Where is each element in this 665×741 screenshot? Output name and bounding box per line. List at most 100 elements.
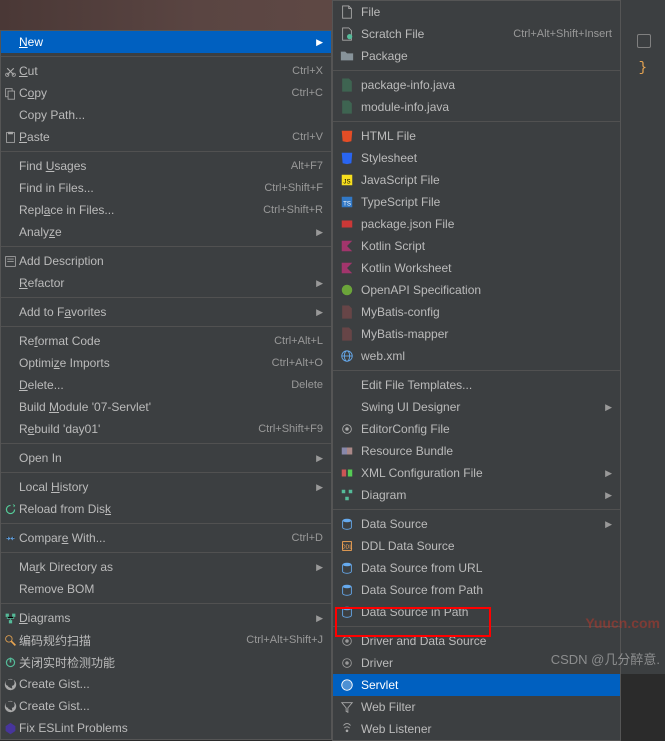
sub-web-xml[interactable]: web.xml <box>333 345 620 367</box>
menu-optimize-imports[interactable]: Optimize Imports Ctrl+Alt+O <box>1 352 331 374</box>
menu-label: package-info.java <box>361 78 455 92</box>
sub-ddl-data-source[interactable]: DDL DDL Data Source <box>333 535 620 557</box>
sub-xml-config-file[interactable]: XML Configuration File ▶ <box>333 462 620 484</box>
menu-add-description[interactable]: Add Description <box>1 250 331 272</box>
menu-label: New <box>19 35 43 49</box>
menu-label: Resource Bundle <box>361 444 453 458</box>
menu-label: Remove BOM <box>19 582 94 596</box>
menu-label: XML Configuration File <box>361 466 483 480</box>
shortcut: Ctrl+Alt+L <box>274 335 323 347</box>
menu-build-module[interactable]: Build Module '07-Servlet' <box>1 396 331 418</box>
sub-servlet[interactable]: Servlet <box>333 674 620 696</box>
menu-label: MyBatis-config <box>361 305 440 319</box>
menu-label: DDL Data Source <box>361 539 455 553</box>
shortcut: Ctrl+D <box>292 532 323 544</box>
menu-label: Find Usages <box>19 159 86 173</box>
menu-close-realtime[interactable]: 关闭实时检测功能 <box>1 651 331 673</box>
menu-paste[interactable]: Paste Ctrl+V <box>1 126 331 148</box>
sub-js-file[interactable]: JS JavaScript File <box>333 169 620 191</box>
menu-label: Data Source <box>361 517 428 531</box>
menu-label: Open In <box>19 451 62 465</box>
sub-package-info[interactable]: package-info.java <box>333 74 620 96</box>
menu-analyze[interactable]: Analyze ▶ <box>1 221 331 243</box>
submenu-arrow-icon: ▶ <box>316 307 323 318</box>
sub-scratch-file[interactable]: Scratch File Ctrl+Alt+Shift+Insert <box>333 23 620 45</box>
sub-package[interactable]: Package <box>333 45 620 67</box>
menu-new[interactable]: New ▶ <box>1 31 331 53</box>
github-icon <box>3 677 17 691</box>
sub-data-source-in-path[interactable]: Data Source in Path <box>333 601 620 623</box>
sub-kotlin-worksheet[interactable]: Kotlin Worksheet <box>333 257 620 279</box>
separator <box>1 603 331 604</box>
sub-package-json[interactable]: package.json File <box>333 213 620 235</box>
menu-label: Fix ESLint Problems <box>19 721 128 735</box>
sub-editorconfig-file[interactable]: EditorConfig File <box>333 418 620 440</box>
sub-diagram[interactable]: Diagram ▶ <box>333 484 620 506</box>
menu-label: Build Module '07-Servlet' <box>19 400 151 414</box>
sub-data-source[interactable]: Data Source ▶ <box>333 513 620 535</box>
menu-delete[interactable]: Delete... Delete <box>1 374 331 396</box>
menu-mark-directory-as[interactable]: Mark Directory as ▶ <box>1 556 331 578</box>
menu-copy[interactable]: Copy Ctrl+C <box>1 82 331 104</box>
sub-swing-ui-designer[interactable]: Swing UI Designer ▶ <box>333 396 620 418</box>
scratch-icon <box>339 26 355 42</box>
sub-edit-file-templates[interactable]: Edit File Templates... <box>333 374 620 396</box>
separator <box>1 443 331 444</box>
menu-reload-from-disk[interactable]: Reload from Disk <box>1 498 331 520</box>
sub-web-listener[interactable]: Web Listener <box>333 718 620 740</box>
sub-openapi-spec[interactable]: OpenAPI Specification <box>333 279 620 301</box>
menu-local-history[interactable]: Local History ▶ <box>1 476 331 498</box>
filter-icon <box>339 699 355 715</box>
sub-web-filter[interactable]: Web Filter <box>333 696 620 718</box>
submenu-arrow-icon: ▶ <box>316 227 323 238</box>
sub-data-source-path[interactable]: Data Source from Path <box>333 579 620 601</box>
menu-diagrams[interactable]: Diagrams ▶ <box>1 607 331 629</box>
menu-reformat-code[interactable]: Reformat Code Ctrl+Alt+L <box>1 330 331 352</box>
html-icon <box>339 128 355 144</box>
sub-kotlin-script[interactable]: Kotlin Script <box>333 235 620 257</box>
paste-icon <box>3 130 17 144</box>
menu-compare-with[interactable]: Compare With... Ctrl+D <box>1 527 331 549</box>
sub-resource-bundle[interactable]: Resource Bundle <box>333 440 620 462</box>
menu-label: Rebuild 'day01' <box>19 422 100 436</box>
sub-data-source-url[interactable]: Data Source from URL <box>333 557 620 579</box>
menu-create-gist-1[interactable]: Create Gist... <box>1 673 331 695</box>
menu-refactor[interactable]: Refactor ▶ <box>1 272 331 294</box>
npm-icon <box>339 216 355 232</box>
submenu-arrow-icon: ▶ <box>605 402 612 413</box>
menu-copy-path[interactable]: Copy Path... <box>1 104 331 126</box>
separator <box>1 246 331 247</box>
menu-find-usages[interactable]: Find Usages Alt+F7 <box>1 155 331 177</box>
tool-tab-icon[interactable] <box>637 34 651 48</box>
menu-label: Create Gist... <box>19 677 90 691</box>
menu-replace-in-files[interactable]: Replace in Files... Ctrl+Shift+R <box>1 199 331 221</box>
sub-mybatis-mapper[interactable]: MyBatis-mapper <box>333 323 620 345</box>
svg-text:DDL: DDL <box>342 545 353 551</box>
sub-driver[interactable]: Driver <box>333 652 620 674</box>
listener-icon <box>339 721 355 737</box>
sub-module-info[interactable]: module-info.java <box>333 96 620 118</box>
menu-open-in[interactable]: Open In ▶ <box>1 447 331 469</box>
sub-driver-data-source[interactable]: Driver and Data Source <box>333 630 620 652</box>
sub-ts-file[interactable]: TS TypeScript File <box>333 191 620 213</box>
menu-find-in-files[interactable]: Find in Files... Ctrl+Shift+F <box>1 177 331 199</box>
menu-create-gist-2[interactable]: Create Gist... <box>1 695 331 717</box>
reload-icon <box>3 502 17 516</box>
sub-mybatis-config[interactable]: MyBatis-config <box>333 301 620 323</box>
menu-label: Optimize Imports <box>19 356 110 370</box>
menu-label: Data Source from Path <box>361 583 483 597</box>
menu-fix-eslint[interactable]: Fix ESLint Problems <box>1 717 331 739</box>
menu-label: Create Gist... <box>19 699 90 713</box>
menu-rebuild[interactable]: Rebuild 'day01' Ctrl+Shift+F9 <box>1 418 331 440</box>
menu-add-to-favorites[interactable]: Add to Favorites ▶ <box>1 301 331 323</box>
sub-html-file[interactable]: HTML File <box>333 125 620 147</box>
sub-stylesheet[interactable]: Stylesheet <box>333 147 620 169</box>
menu-remove-bom[interactable]: Remove BOM <box>1 578 331 600</box>
menu-scan-code[interactable]: 编码规约扫描 Ctrl+Alt+Shift+J <box>1 629 331 651</box>
sub-file[interactable]: File <box>333 1 620 23</box>
separator <box>1 56 331 57</box>
menu-cut[interactable]: Cut Ctrl+X <box>1 60 331 82</box>
menu-label: Replace in Files... <box>19 203 114 217</box>
github-icon <box>3 699 17 713</box>
menu-label: File <box>361 5 380 19</box>
